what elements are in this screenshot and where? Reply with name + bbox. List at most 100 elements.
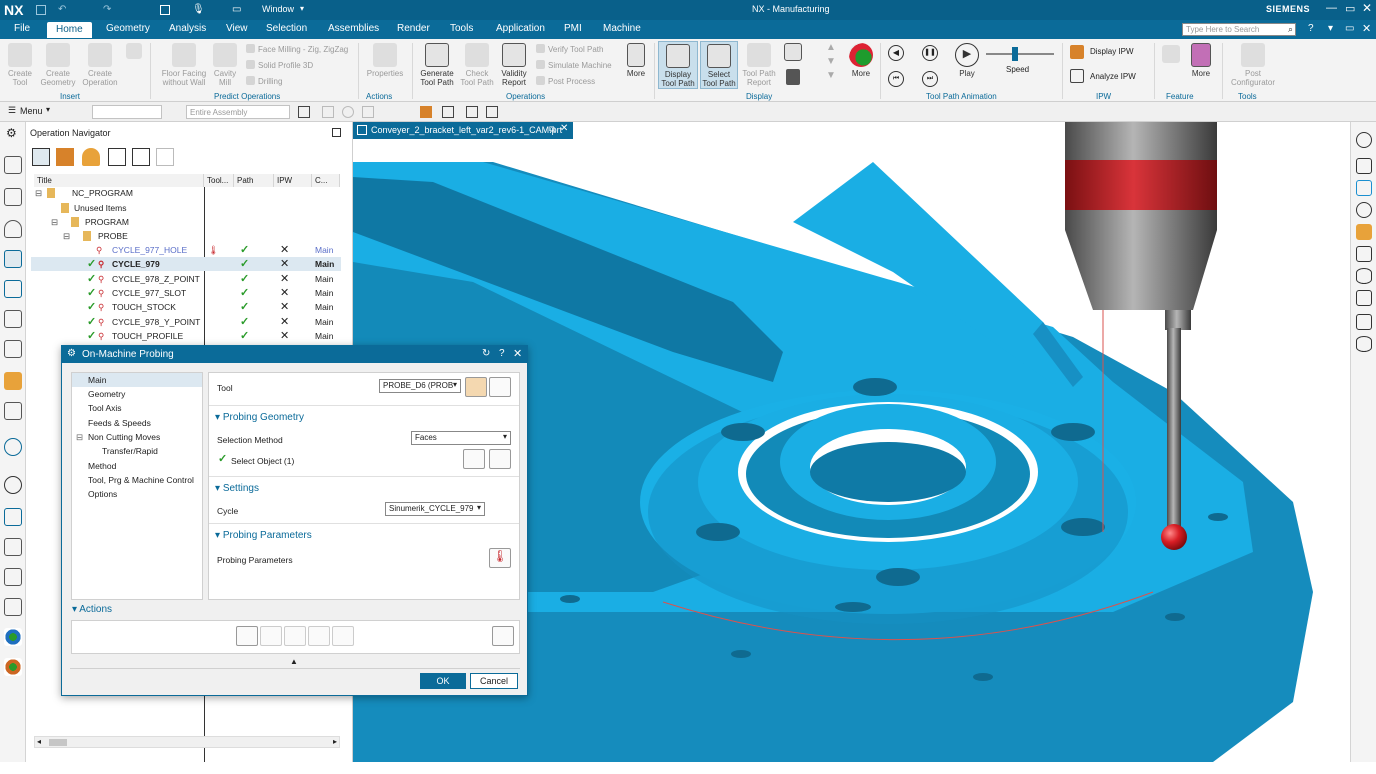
pause-icon[interactable]: ❚❚ [922, 45, 938, 61]
hd3d-icon[interactable] [4, 372, 22, 390]
collapse-icon[interactable]: ⊟ [76, 432, 83, 443]
view-icon[interactable] [784, 43, 802, 61]
table-row[interactable]: ✓ ⚲ CYCLE_977_SLOT ✓ ✕ Main [31, 286, 341, 300]
file-tab[interactable]: Conveyer_2_bracket_left_var2_rev6-1_CAM.… [353, 122, 573, 139]
tab-view[interactable]: View [226, 23, 248, 34]
close-file-icon[interactable]: ✕ [1362, 22, 1371, 35]
roles-icon[interactable] [4, 402, 22, 420]
edit-tool-button[interactable] [489, 377, 511, 397]
web-browser-icon[interactable] [4, 438, 22, 456]
create-operation-button[interactable]: Create Operation [80, 43, 120, 87]
tool-path-icon[interactable] [1356, 314, 1372, 330]
arrows-icon[interactable]: ▲ ▼ ▼ [826, 41, 838, 85]
new-tool-button[interactable] [465, 377, 487, 397]
undo-icon[interactable]: ↶ [58, 4, 66, 15]
table-row[interactable]: ✓ ⚲ CYCLE_978_Y_POINT ✓ ✕ Main [31, 315, 341, 329]
tree-item-geometry[interactable]: Geometry [88, 389, 125, 399]
refresh-icon[interactable] [1356, 158, 1372, 174]
display-more-button[interactable]: More [846, 43, 876, 78]
scrollbar-thumb[interactable] [49, 739, 67, 746]
tree-node[interactable]: ⊟ NC_PROGRAM [31, 186, 341, 200]
cavity-mill-button[interactable]: Cavity Mill [210, 43, 240, 87]
scope-filter-dropdown[interactable]: Entire Assembly [186, 105, 290, 119]
redo-icon[interactable]: ↷ [103, 4, 111, 15]
step-back-icon[interactable]: ◀ [888, 45, 904, 61]
replay-action-button[interactable] [260, 626, 282, 646]
tab-pmi[interactable]: PMI [564, 23, 582, 34]
undock-icon[interactable]: ⧉ [549, 124, 555, 135]
post-configurator-button[interactable]: Post Configurator [1226, 43, 1280, 87]
view-filter-icon[interactable] [442, 106, 454, 118]
maximize-button[interactable]: ▭ [1345, 2, 1355, 15]
program-order-view-icon[interactable] [32, 148, 50, 166]
gear-icon[interactable]: ⚙ [67, 348, 76, 359]
display-ipw-button[interactable]: Display IPW [1090, 47, 1134, 56]
tree-item-method[interactable]: Method [88, 461, 116, 471]
section-actions[interactable]: Actions [72, 604, 112, 615]
validity-report-button[interactable]: Validity Report [496, 43, 532, 87]
filter-icon[interactable] [298, 106, 310, 118]
feature-navigator-icon[interactable] [4, 310, 22, 328]
tab-selection[interactable]: Selection [266, 23, 307, 34]
section-settings[interactable]: Settings [215, 483, 259, 494]
window-menu[interactable]: Window [262, 4, 294, 14]
select-icon[interactable] [322, 106, 334, 118]
probing-parameters-button[interactable]: 🌡 [489, 548, 511, 568]
tab-render[interactable]: Render [397, 23, 430, 34]
simulate-machine-button[interactable]: Simulate Machine [536, 60, 612, 70]
tree-node[interactable]: ⊟ PROBE [31, 229, 341, 243]
horizontal-scrollbar[interactable]: ◂ ▸ [34, 736, 340, 748]
select-tool-path-button[interactable]: Select Tool Path [700, 41, 738, 89]
verify-action-button[interactable] [284, 626, 306, 646]
tool-path-report-button[interactable]: Tool Path Report [740, 43, 778, 87]
gear-icon[interactable]: ⚙ [6, 126, 17, 140]
menu-button[interactable]: Menu [20, 106, 43, 116]
process-studio-icon[interactable] [4, 568, 22, 586]
next-icon[interactable] [1356, 202, 1372, 218]
speed-slider[interactable] [986, 53, 1054, 55]
generate-action-button[interactable] [236, 626, 258, 646]
operation-navigator-icon[interactable] [4, 250, 22, 268]
chevron-down-icon[interactable]: ▾ [300, 4, 304, 13]
machine-tool-navigator-icon[interactable] [4, 280, 22, 298]
help-icon[interactable]: ? [499, 348, 505, 359]
reset-icon[interactable]: ↻ [482, 348, 490, 359]
close-tab-icon[interactable]: ✕ [560, 123, 568, 134]
search-icon[interactable]: ⌕ [1288, 24, 1293, 35]
table-row[interactable]: ✓ ⚲ CYCLE_978_Z_POINT ✓ ✕ Main [31, 272, 341, 286]
close-icon[interactable]: ✕ [513, 347, 522, 360]
machining-method-view-icon[interactable] [108, 148, 126, 166]
close-button[interactable]: ✕ [1362, 1, 1372, 15]
help-icon[interactable]: ? [1308, 23, 1314, 34]
list-icon[interactable] [1356, 246, 1372, 262]
create-tool-button[interactable]: Create Tool [4, 43, 36, 87]
insert-extra-button[interactable] [124, 43, 144, 61]
tree-item-tool-axis[interactable]: Tool Axis [88, 403, 122, 413]
play-icon[interactable] [1356, 132, 1372, 148]
cloud-icon[interactable] [4, 628, 22, 646]
geometry-view-icon[interactable] [82, 148, 100, 166]
floor-facing-button[interactable]: Floor Facing without Wall [156, 43, 212, 87]
deselect-object-button[interactable] [489, 449, 511, 469]
tab-geometry[interactable]: Geometry [106, 23, 150, 34]
tree-item-options[interactable]: Options [88, 489, 117, 499]
tab-assemblies[interactable]: Assemblies [328, 23, 379, 34]
hide-eye-icon[interactable] [1356, 336, 1372, 352]
selection-method-dropdown[interactable]: Faces [411, 431, 511, 445]
show-icon[interactable] [486, 106, 498, 118]
operations-more-button[interactable]: More [622, 43, 650, 78]
palette-icon[interactable] [4, 538, 22, 556]
snap-point-icon[interactable] [362, 106, 374, 118]
analyze-ipw-button[interactable]: Analyze IPW [1090, 72, 1136, 81]
section-probing-parameters[interactable]: Probing Parameters [215, 530, 312, 541]
generate-tool-path-button[interactable]: Generate Tool Path [416, 43, 458, 87]
tree-item-feeds-speeds[interactable]: Feeds & Speeds [88, 418, 151, 428]
add-action-button[interactable] [492, 626, 514, 646]
check-tool-path-button[interactable]: Check Tool Path [458, 43, 496, 87]
tree-node[interactable]: Unused Items [31, 201, 341, 215]
teamcenter-icon[interactable] [4, 658, 22, 676]
table-row[interactable]: ✓ ⚲ TOUCH_PROFILE ✓ ✕ Main [31, 329, 341, 343]
machine-tool-view-icon[interactable] [56, 148, 74, 166]
drilling-button[interactable]: Drilling [246, 76, 282, 86]
display-tool-path-button[interactable]: Display Tool Path [658, 41, 698, 89]
